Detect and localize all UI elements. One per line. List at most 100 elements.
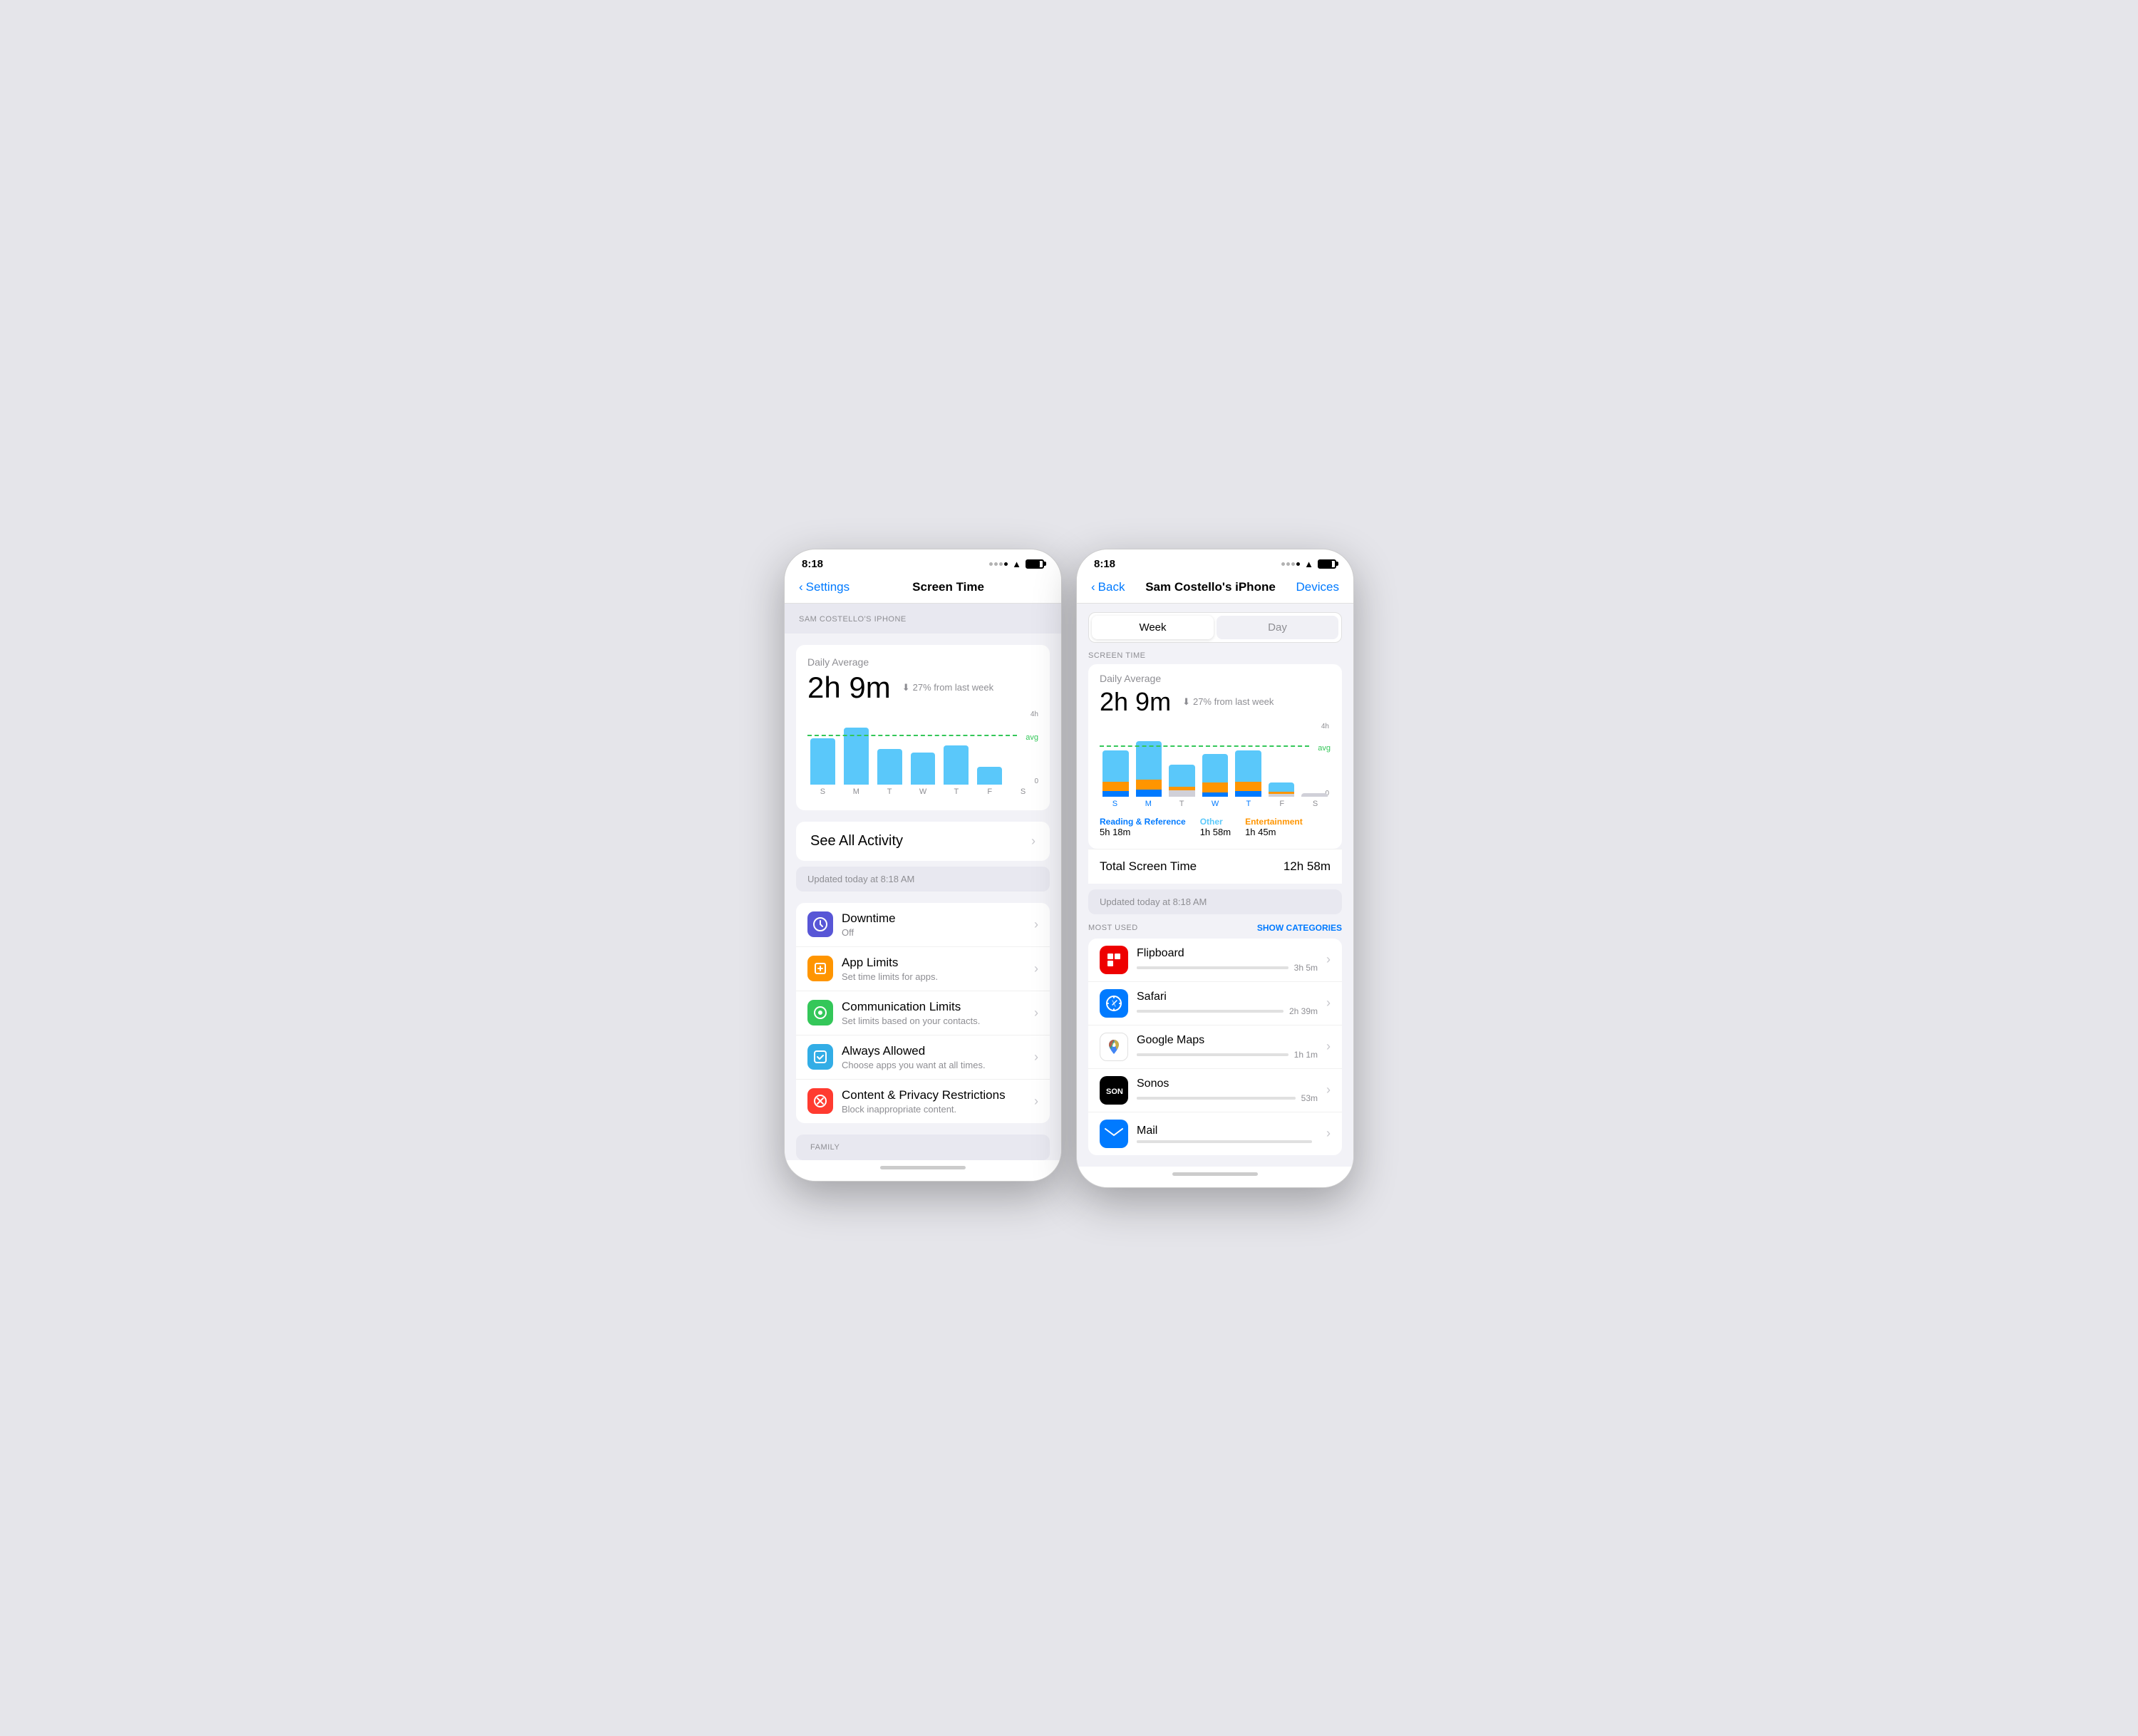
chart-legend: Reading & Reference 5h 18m Other 1h 58m … xyxy=(1100,811,1331,840)
see-all-label: See All Activity xyxy=(810,833,903,849)
day-labels-1: S M T W T F S xyxy=(807,785,1038,796)
downtime-title: Downtime xyxy=(842,911,1026,926)
chart-bar-w1 xyxy=(911,753,936,785)
chevron-left-icon-2: ‹ xyxy=(1091,580,1095,594)
googlemaps-item[interactable]: Google Maps 1h 1m › xyxy=(1088,1025,1342,1069)
change-icon-1: ⬇ xyxy=(902,682,910,693)
day-w2: W xyxy=(1203,800,1228,808)
stack-bar-s2 xyxy=(1301,793,1328,797)
always-allowed-item[interactable]: Always Allowed Choose apps you want at a… xyxy=(796,1035,1050,1080)
content-privacy-chevron: › xyxy=(1034,1094,1038,1109)
safari-item[interactable]: Safari 2h 39m › xyxy=(1088,982,1342,1025)
sonos-item[interactable]: SONOS Sonos 53m › xyxy=(1088,1069,1342,1112)
day-labels-2: S M T W T F S xyxy=(1100,797,1331,808)
mail-chevron: › xyxy=(1326,1126,1331,1141)
see-all-chevron: › xyxy=(1031,834,1036,849)
mail-icon xyxy=(1100,1120,1128,1148)
googlemaps-bar-row: 1h 1m xyxy=(1137,1050,1318,1060)
content-2: Week Day SCREEN TIME Daily Average 2h 9m… xyxy=(1077,604,1353,1187)
screen-time-header: SCREEN TIME xyxy=(1077,643,1353,664)
see-all-row[interactable]: See All Activity › xyxy=(796,822,1050,861)
day-f1: F xyxy=(977,787,1002,796)
chevron-left-icon: ‹ xyxy=(799,580,803,594)
phone-1: 8:18 ▲ ‹ Settings Screen Time xyxy=(784,549,1062,1182)
flipboard-name: Flipboard xyxy=(1137,947,1318,960)
avg-line-1 xyxy=(807,735,1017,736)
phone-2: 8:18 ▲ ‹ Back Sam Costello's iPhone Devi… xyxy=(1076,549,1354,1188)
phones-container: 8:18 ▲ ‹ Settings Screen Time xyxy=(784,549,1354,1188)
flipboard-bar-row: 3h 5m xyxy=(1137,963,1318,973)
mail-name: Mail xyxy=(1137,1125,1318,1137)
app-limits-item[interactable]: App Limits Set time limits for apps. › xyxy=(796,947,1050,991)
downtime-text: Downtime Off xyxy=(842,911,1026,938)
avg-label-2: avg xyxy=(1318,744,1331,753)
back-button-2[interactable]: ‹ Back xyxy=(1091,580,1125,594)
daily-avg-time-2: 2h 9m xyxy=(1100,687,1171,717)
battery-icon-2 xyxy=(1318,559,1336,569)
day-t2a: T xyxy=(1169,800,1194,808)
content-privacy-subtitle: Block inappropriate content. xyxy=(842,1104,1026,1115)
content-privacy-text: Content & Privacy Restrictions Block ina… xyxy=(842,1088,1026,1115)
day-sat1: S xyxy=(1011,787,1036,796)
chart-area-1: avg xyxy=(807,713,1038,785)
home-bar-1 xyxy=(880,1166,966,1169)
downtime-subtitle: Off xyxy=(842,927,1026,938)
comm-limits-subtitle: Set limits based on your contacts. xyxy=(842,1016,1026,1026)
flipboard-icon xyxy=(1100,946,1128,974)
flipboard-item[interactable]: Flipboard 3h 5m › xyxy=(1088,939,1342,982)
chart-bar-f1 xyxy=(977,767,1002,785)
sonos-progress xyxy=(1137,1097,1296,1100)
comm-limits-text: Communication Limits Set limits based on… xyxy=(842,1000,1026,1026)
change-badge-1: ⬇ 27% from last week xyxy=(902,682,993,693)
stack-bar-f xyxy=(1269,782,1295,797)
comm-limits-chevron: › xyxy=(1034,1006,1038,1021)
legend-reading: Reading & Reference 5h 18m xyxy=(1100,817,1186,837)
mail-item[interactable]: Mail › xyxy=(1088,1112,1342,1155)
day-s2: S xyxy=(1102,800,1127,808)
googlemaps-time: 1h 1m xyxy=(1294,1050,1318,1060)
app-limits-text: App Limits Set time limits for apps. xyxy=(842,956,1026,982)
daily-avg-time-1: 2h 9m xyxy=(807,671,891,705)
week-tab[interactable]: Week xyxy=(1092,616,1214,639)
total-row: Total Screen Time 12h 58m xyxy=(1088,849,1342,884)
content-privacy-item[interactable]: Content & Privacy Restrictions Block ina… xyxy=(796,1080,1050,1123)
bar-chart-2: 4h 0 xyxy=(1100,725,1331,811)
day-t1: T xyxy=(877,787,902,796)
back-button-1[interactable]: ‹ Settings xyxy=(799,580,849,594)
day-th1: T xyxy=(944,787,969,796)
day-tab[interactable]: Day xyxy=(1217,616,1338,639)
safari-bar-row: 2h 39m xyxy=(1137,1006,1318,1016)
always-allowed-subtitle: Choose apps you want at all times. xyxy=(842,1060,1026,1070)
device-section: SAM COSTELLO'S IPHONE xyxy=(785,604,1061,634)
nav-bar-1: ‹ Settings Screen Time xyxy=(785,574,1061,604)
avg-label-1: avg xyxy=(1026,733,1038,742)
sonos-bar-row: 53m xyxy=(1137,1093,1318,1103)
updated-banner-2: Updated today at 8:18 AM xyxy=(1088,889,1342,914)
always-allowed-title: Always Allowed xyxy=(842,1044,1026,1058)
downtime-item[interactable]: Downtime Off › xyxy=(796,903,1050,947)
change-icon-2: ⬇ xyxy=(1182,696,1190,708)
most-used-label: MOST USED xyxy=(1088,924,1138,932)
day-sat2: S xyxy=(1303,800,1328,808)
devices-button[interactable]: Devices xyxy=(1296,580,1339,594)
daily-avg-label-1: Daily Average xyxy=(807,656,1038,668)
home-indicator-2 xyxy=(1077,1167,1353,1187)
app-limits-title: App Limits xyxy=(842,956,1026,970)
app-limits-subtitle: Set time limits for apps. xyxy=(842,971,1026,982)
sonos-icon: SONOS xyxy=(1100,1076,1128,1105)
mail-progress xyxy=(1137,1140,1312,1143)
stack-bar-t1 xyxy=(1169,765,1195,797)
app-limits-icon xyxy=(807,956,833,981)
safari-chevron: › xyxy=(1326,996,1331,1011)
downtime-icon xyxy=(807,911,833,937)
stack-bar-s xyxy=(1102,750,1129,797)
time-2: 8:18 xyxy=(1094,558,1115,570)
chart-area-2: avg xyxy=(1100,725,1331,797)
show-categories-button[interactable]: SHOW CATEGORIES xyxy=(1257,923,1342,933)
home-bar-2 xyxy=(1172,1172,1258,1176)
flipboard-progress xyxy=(1137,966,1289,969)
comm-limits-icon xyxy=(807,1000,833,1025)
comm-limits-item[interactable]: Communication Limits Set limits based on… xyxy=(796,991,1050,1035)
googlemaps-info: Google Maps 1h 1m xyxy=(1137,1034,1318,1060)
app-list: Flipboard 3h 5m › xyxy=(1088,939,1342,1155)
